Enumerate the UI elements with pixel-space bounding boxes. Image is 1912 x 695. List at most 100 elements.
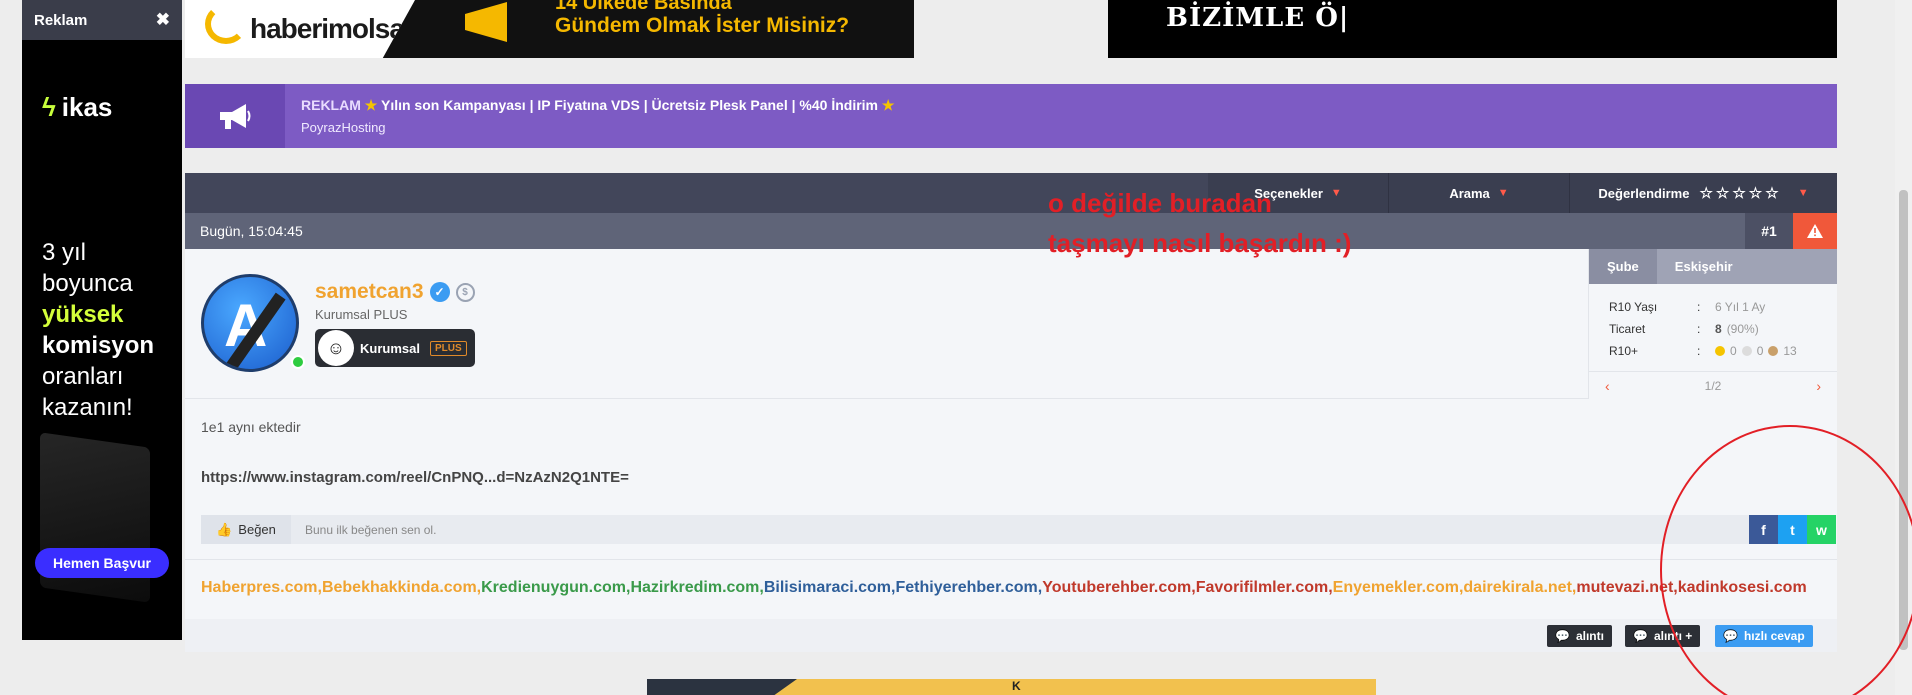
ikas-brand-text: ikas (61, 92, 113, 122)
post-header: Bugün, 15:04:45 #1 (185, 213, 1837, 249)
like-button[interactable]: 👍 Beğen (201, 515, 291, 544)
username-row: sametcan3 ✓ $ (315, 280, 475, 304)
close-icon[interactable]: ✖ (156, 10, 170, 30)
coin-icon: $ (455, 282, 475, 302)
signature-link[interactable]: Hazirkredim.com, (630, 579, 763, 596)
report-warning-icon[interactable] (1793, 213, 1837, 249)
search-dropdown[interactable]: Arama ▼ (1389, 173, 1569, 213)
signature-link[interactable]: Favorifilmler.com, (1196, 579, 1333, 596)
signature-link[interactable]: Bilisimaraci.com, (764, 579, 896, 596)
stat-label: R10 Yaşı (1609, 300, 1658, 314)
rating-stars[interactable]: ☆☆☆☆☆ (1699, 184, 1781, 202)
tagline-line: boyunca (42, 270, 133, 297)
like-label: Beğen (238, 522, 276, 537)
user-badge: ☺ Kurumsal PLUS (315, 329, 475, 367)
star-icon: ★ (881, 97, 895, 113)
search-label: Arama (1449, 185, 1490, 201)
speech-bubbles-icon: 💬 (1633, 629, 1648, 643)
signature-links: Haberpres.com,Bebekhakkinda.com,Kredienu… (201, 579, 1807, 597)
left-ad-header: Reklam ✖ (22, 0, 182, 40)
annotation-line-2: taşmayı nasıl başardın :) (1048, 228, 1352, 258)
signature-link[interactable]: Enyemekler.com, (1333, 579, 1464, 596)
stat-row: R10 Yaşı : 6 Yıl 1 Ay (1609, 300, 1766, 314)
username-link[interactable]: sametcan3 (315, 280, 424, 304)
chevron-down-icon: ▼ (1797, 187, 1809, 199)
chevron-left-icon[interactable]: ‹ (1605, 378, 1610, 394)
stat-row: Ticaret : 8 (90%) (1609, 322, 1759, 336)
quote-label: alıntı (1575, 629, 1604, 643)
banner-line-1: 14 Ülkede Basında (555, 0, 732, 14)
post-date: Bugün, 15:04:45 (200, 223, 303, 239)
user-stats: R10 Yaşı : 6 Yıl 1 Ay Ticaret : 8 (90%) … (1589, 284, 1837, 374)
post-actions-bar: 💬 alıntı 💬 alıntı + 💬 hızlı cevap (185, 619, 1837, 652)
bronze-count: 13 (1783, 344, 1797, 358)
left-ad-tagline: 3 yıl boyunca yüksek komisyon oranları k… (42, 237, 154, 423)
promo-sponsor: PoyrazHosting (301, 120, 386, 135)
signature-link[interactable]: Kredienuygun.com, (481, 579, 630, 596)
apply-now-button[interactable]: Hemen Başvur (35, 548, 169, 578)
tagline-line: 3 yıl (42, 239, 87, 266)
tagline-line: komisyon (42, 332, 155, 359)
bolt-icon: ϟ (42, 92, 56, 122)
tagline-line: yüksek (42, 301, 124, 328)
badge-label: Kurumsal (360, 340, 420, 356)
user-info-card: Şube Eskişehir R10 Yaşı : 6 Yıl 1 Ay Tic… (1588, 249, 1837, 399)
bottom-ad-dark-shape (647, 679, 797, 695)
signature-link[interactable]: Haberpres.com, (201, 579, 322, 596)
rating-dropdown[interactable]: Değerlendirme ☆☆☆☆☆ ▼ (1570, 173, 1837, 213)
tab-city[interactable]: Eskişehir (1657, 249, 1751, 284)
tagline-line: kazanın! (42, 394, 133, 421)
signature-link[interactable]: Fethiyerehber.com, (895, 579, 1042, 596)
banner-line-2: Gündem Olmak İster Misiniz? (555, 14, 850, 37)
haberimolsa-logo-text: haberimolsa (250, 13, 405, 44)
user-title: Kurumsal PLUS (315, 307, 408, 322)
promo-title-text: Yılın son Kampanyası | IP Fiyatına VDS |… (380, 97, 878, 113)
avatar[interactable]: A (201, 274, 299, 372)
bottom-banner-ad[interactable]: K (647, 679, 1376, 695)
annotation-line-1: o değilde buradan (1048, 188, 1272, 218)
left-ad-title: Reklam (34, 11, 88, 29)
tagline-line: oranları (42, 363, 124, 390)
post-number-link[interactable]: #1 (1745, 213, 1793, 249)
user-annotation-text: o değilde buradan taşmayı nasıl başardın… (1048, 183, 1351, 263)
top-banner-haberimolsa[interactable]: haberimolsa 14 Ülkede Basında Gündem Olm… (185, 0, 914, 58)
like-status-text: Bunu ilk beğenen sen ol. (305, 523, 437, 537)
stat-label: Ticaret (1609, 322, 1646, 336)
stat-row: R10+ : 0 0 13 (1609, 344, 1797, 358)
gold-dot-icon (1715, 346, 1725, 356)
like-bar: 👍 Beğen Bunu ilk beğenen sen ol. f t w (201, 515, 1836, 544)
bronze-dot-icon (1768, 346, 1779, 356)
megaphone-icon (465, 2, 507, 42)
trade-percentage: (90%) (1726, 322, 1759, 336)
post-content: 1e1 aynı ektedir (201, 419, 301, 435)
chevron-right-icon[interactable]: › (1816, 378, 1821, 394)
chevron-down-icon: ▼ (1497, 187, 1509, 199)
star-icon: ★ (364, 97, 378, 113)
quote-button[interactable]: 💬 alıntı (1547, 625, 1612, 647)
post-body: A sametcan3 ✓ $ Kurumsal PLUS ☺ Kurumsal… (185, 249, 1837, 652)
left-ad-panel[interactable]: Reklam ✖ ϟ ikas 3 yıl boyunca yüksek kom… (22, 0, 182, 640)
signature-link[interactable]: Youtuberehber.com, (1042, 579, 1196, 596)
tab-branch[interactable]: Şube (1589, 249, 1657, 284)
online-status-indicator (291, 355, 305, 369)
rating-label: Değerlendirme (1598, 185, 1690, 201)
bottom-ad-text: K (1012, 679, 1021, 693)
info-pager: ‹ 1/2 › (1589, 371, 1837, 399)
stat-value[interactable]: 8 (90%) (1715, 322, 1759, 336)
signature-divider (185, 559, 1837, 560)
post-user-row: A sametcan3 ✓ $ Kurumsal PLUS ☺ Kurumsal… (185, 249, 1588, 399)
stat-label: R10+ (1609, 344, 1639, 358)
ikas-logo: ϟ ikas (42, 92, 112, 123)
top-banner-right[interactable]: BİZİMLE Ö| (1108, 0, 1837, 58)
pager-indicator: 1/2 (1704, 378, 1722, 393)
troll-face-icon: ☺ (318, 330, 354, 366)
promo-title[interactable]: REKLAM ★ Yılın son Kampanyası | IP Fiyat… (301, 97, 894, 114)
signature-link[interactable]: Bebekhakkinda.com, (322, 579, 481, 596)
post-link[interactable]: https://www.instagram.com/reel/CnPNQ...d… (201, 469, 629, 486)
speech-bubble-icon: 💬 (1555, 629, 1570, 643)
signature-link[interactable]: dairekirala.net, (1463, 579, 1576, 596)
promo-tag: REKLAM (301, 97, 361, 113)
stat-value: 0 0 13 (1715, 344, 1797, 358)
banner-right-text: BİZİMLE Ö| (1166, 3, 1350, 33)
promo-ad-bar[interactable]: REKLAM ★ Yılın son Kampanyası | IP Fiyat… (185, 84, 1837, 148)
